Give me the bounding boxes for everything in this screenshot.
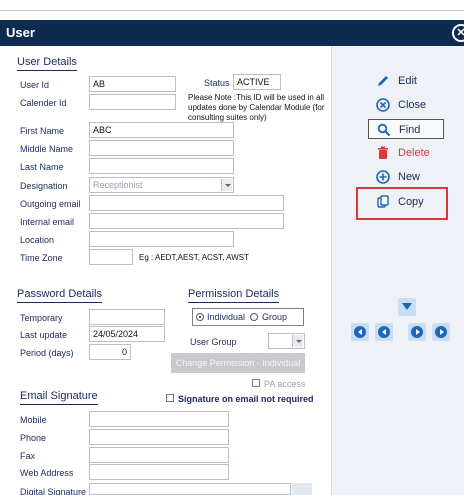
first-name-field[interactable]: ABC	[89, 122, 234, 138]
find-label: Find	[399, 124, 421, 136]
edit-label: Edit	[398, 75, 417, 87]
trash-icon	[378, 146, 388, 159]
delete-button[interactable]: Delete	[368, 143, 444, 163]
search-icon	[377, 123, 391, 137]
last-name-label: Last Name	[20, 162, 64, 172]
digital-signature-field[interactable]	[89, 483, 291, 495]
location-field[interactable]	[89, 231, 234, 247]
password-details-title: Password Details	[17, 288, 102, 303]
middle-name-field[interactable]	[89, 140, 234, 156]
new-button[interactable]: New	[368, 167, 444, 187]
user-group-label: User Group	[190, 337, 237, 347]
change-permission-button[interactable]: Change Permission - Individual	[171, 353, 305, 373]
permission-details-title: Permission Details	[188, 288, 280, 303]
last-name-field[interactable]	[89, 158, 234, 174]
filter-icon[interactable]	[398, 298, 416, 316]
previous-arrow-icon	[378, 326, 390, 338]
individual-label: Individual	[207, 312, 246, 322]
designation-label: Designation	[20, 181, 68, 191]
status-field[interactable]: ACTIVE	[233, 74, 281, 90]
period-days-label: Period (days)	[20, 348, 74, 358]
calender-id-field[interactable]	[89, 94, 176, 110]
first-record-button[interactable]	[351, 323, 369, 341]
signature-not-required-label: Signature on email not required	[178, 394, 314, 404]
period-days-field[interactable]: 0	[89, 344, 131, 360]
time-zone-label: Time Zone	[20, 253, 63, 263]
outgoing-email-field[interactable]	[89, 195, 284, 211]
digital-signature-browse[interactable]	[292, 483, 312, 495]
delete-label: Delete	[398, 147, 430, 159]
user-id-field[interactable]: AB	[89, 76, 176, 92]
title-bar: User ✕	[0, 20, 464, 46]
user-group-select[interactable]	[268, 333, 305, 349]
last-record-button[interactable]	[432, 323, 450, 341]
fax-label: Fax	[20, 451, 36, 461]
close-label: Close	[398, 99, 427, 111]
previous-record-button[interactable]	[375, 323, 393, 341]
edit-button[interactable]: Edit	[368, 71, 444, 91]
time-zone-hint: Eg : AEDT,AEST, ACST, AWST	[139, 253, 249, 262]
temporary-password-field[interactable]	[89, 309, 165, 325]
first-name-label: First Name	[20, 126, 65, 136]
chevron-down-icon[interactable]	[221, 179, 232, 191]
mobile-label: Mobile	[20, 415, 47, 425]
internal-email-label: Internal email	[20, 217, 75, 227]
location-label: Location	[20, 235, 55, 245]
new-label: New	[398, 171, 421, 183]
pa-access-label: PA access	[264, 379, 306, 389]
email-signature-title: Email Signature	[20, 390, 98, 405]
next-arrow-icon	[411, 326, 423, 338]
group-label: Group	[262, 312, 288, 322]
pencil-icon	[378, 76, 388, 86]
plus-circle-icon	[376, 170, 390, 184]
designation-select[interactable]: Receptionist	[89, 177, 234, 193]
calendar-note: Please Note :This ID will be used in all…	[188, 93, 325, 122]
pa-access-checkbox[interactable]	[252, 379, 260, 387]
mobile-field[interactable]	[89, 411, 229, 427]
last-update-field[interactable]: 24/05/2024	[89, 326, 165, 342]
chevron-down-icon[interactable]	[292, 335, 303, 347]
last-update-label: Last update	[20, 330, 68, 340]
last-arrow-icon	[435, 326, 447, 338]
close-button[interactable]: Close	[368, 95, 444, 115]
internal-email-field[interactable]	[89, 213, 284, 229]
top-strip	[0, 0, 464, 20]
first-arrow-icon	[354, 326, 366, 338]
fax-field[interactable]	[89, 447, 229, 463]
copy-highlight-box	[356, 187, 448, 220]
web-address-field[interactable]	[89, 464, 229, 480]
status-label: Status	[204, 78, 230, 88]
digital-signature-label: Digital Signature	[20, 487, 87, 495]
window-title: User	[6, 25, 35, 40]
designation-value: Receptionist	[93, 180, 143, 190]
group-radio[interactable]	[250, 313, 258, 321]
find-button[interactable]: Find	[368, 119, 444, 139]
temporary-label: Temporary	[20, 313, 63, 323]
next-record-button[interactable]	[408, 323, 426, 341]
close-circle-icon[interactable]: ✕	[452, 24, 464, 42]
close-circle-icon	[376, 98, 390, 112]
top-divider	[0, 10, 464, 11]
individual-radio[interactable]	[196, 313, 204, 321]
web-address-label: Web Address	[20, 468, 74, 478]
user-details-title: User Details	[17, 56, 77, 71]
time-zone-field[interactable]	[89, 249, 133, 265]
user-id-label: User Id	[20, 80, 50, 90]
phone-label: Phone	[20, 433, 47, 443]
calender-id-label: Calender Id	[20, 98, 67, 108]
middle-name-label: Middle Name	[20, 144, 74, 154]
phone-field[interactable]	[89, 429, 229, 445]
signature-not-required-checkbox[interactable]	[166, 394, 174, 402]
outgoing-email-label: Outgoing email	[20, 199, 81, 209]
